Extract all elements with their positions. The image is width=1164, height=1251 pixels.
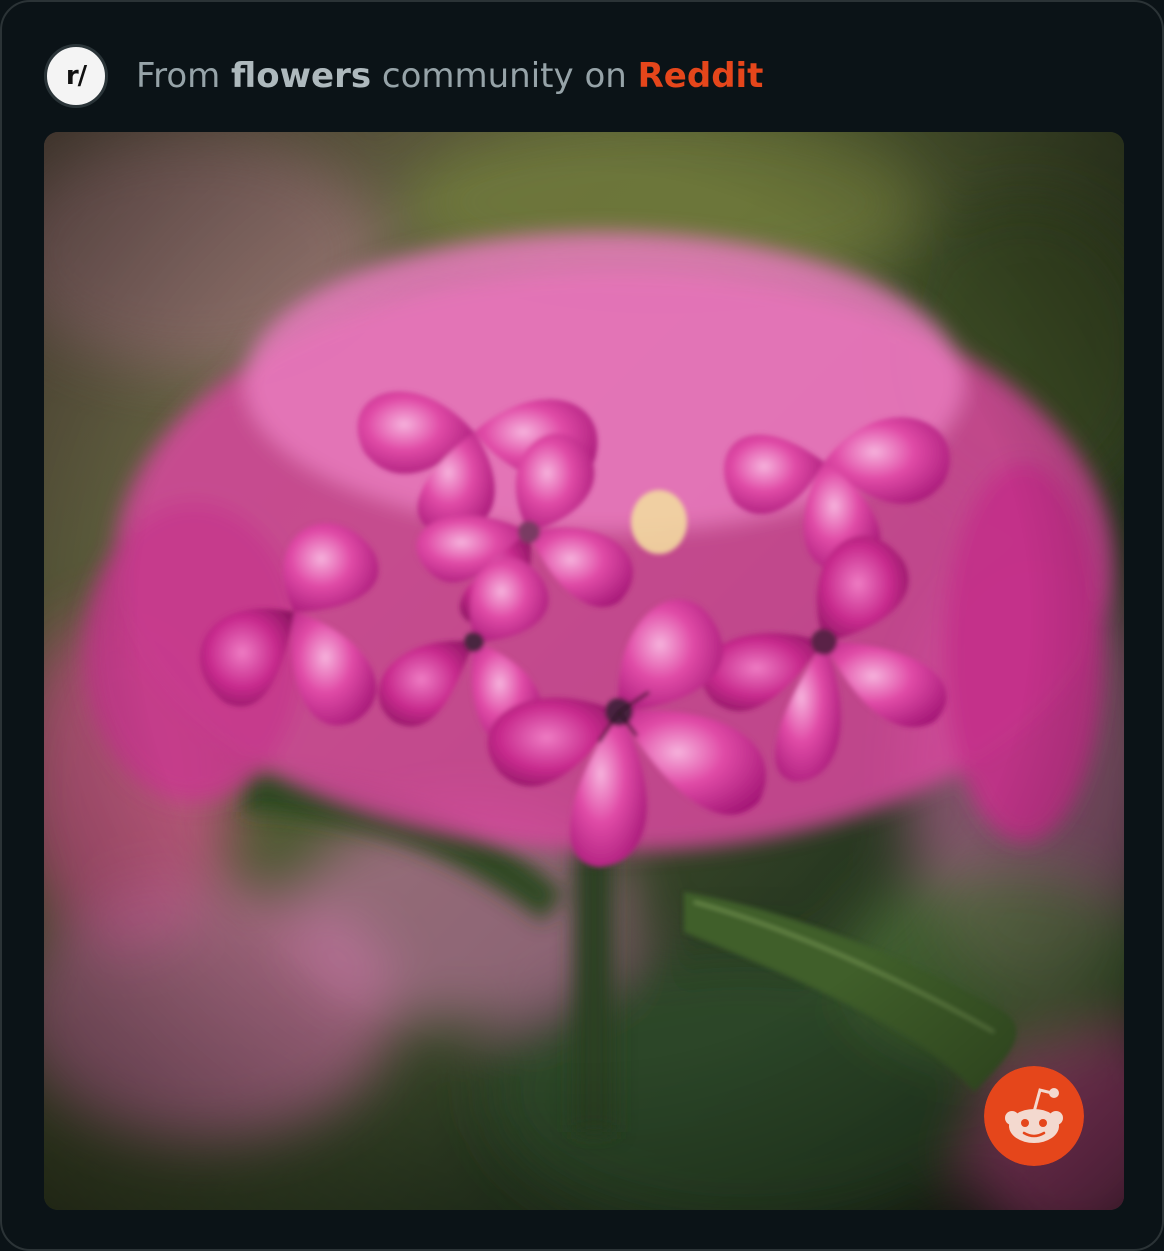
title-middle: community on [371,56,638,96]
embed-title: From flowers community on Reddit [136,56,763,96]
embed-header: r/ From flowers community on Reddit [44,44,763,108]
subreddit-avatar[interactable]: r/ [44,44,108,108]
hydrangea-photo [44,132,1124,1210]
post-image[interactable] [44,132,1124,1210]
title-prefix: From [136,56,232,96]
reddit-logo-icon[interactable] [984,1066,1084,1166]
platform-name-link[interactable]: Reddit [638,56,764,96]
reddit-snoo-icon [984,1066,1084,1166]
reddit-embed-card: r/ From flowers community on Reddit [0,0,1164,1251]
community-name-link[interactable]: flowers [231,56,371,96]
